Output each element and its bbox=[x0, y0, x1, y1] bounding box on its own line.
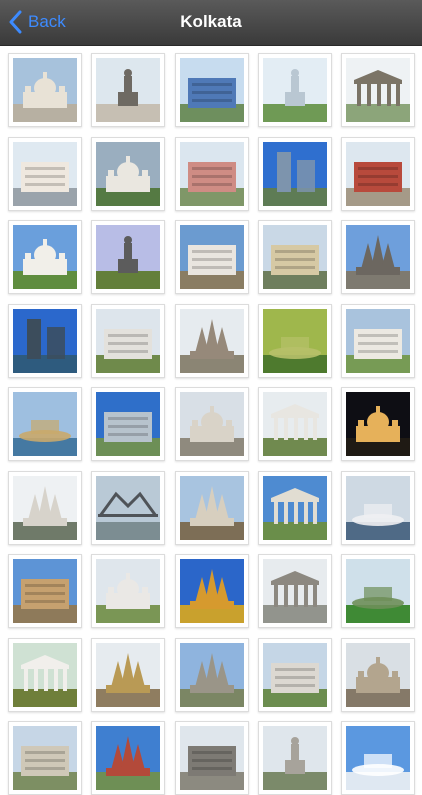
photo-image bbox=[346, 141, 410, 206]
photo-image bbox=[346, 58, 410, 122]
photo-image bbox=[346, 726, 410, 790]
photo-thumbnail[interactable] bbox=[175, 136, 249, 211]
photo-image bbox=[13, 141, 77, 206]
photo-thumbnail[interactable] bbox=[341, 136, 415, 211]
photo-image bbox=[263, 392, 327, 456]
photo-image bbox=[13, 559, 77, 623]
photo-image bbox=[180, 475, 244, 540]
photo-thumbnail[interactable] bbox=[91, 721, 165, 795]
photo-thumbnail[interactable] bbox=[91, 303, 165, 378]
photo-thumbnail[interactable] bbox=[258, 53, 332, 127]
photo-image bbox=[263, 141, 327, 206]
photo-thumbnail[interactable] bbox=[341, 554, 415, 628]
photo-image bbox=[346, 559, 410, 623]
page-title: Kolkata bbox=[180, 12, 242, 31]
photo-image bbox=[13, 475, 77, 540]
photo-image bbox=[13, 392, 77, 456]
photo-thumbnail[interactable] bbox=[341, 53, 415, 127]
photo-thumbnail[interactable] bbox=[8, 637, 82, 712]
photo-image bbox=[180, 726, 244, 790]
photo-image bbox=[263, 58, 327, 122]
photo-image bbox=[96, 308, 160, 373]
photo-image bbox=[180, 58, 244, 122]
photo-image bbox=[96, 58, 160, 122]
photo-image bbox=[263, 642, 327, 707]
photo-thumbnail[interactable] bbox=[8, 220, 82, 294]
photo-image bbox=[180, 392, 244, 456]
photo-thumbnail[interactable] bbox=[8, 387, 82, 461]
photo-thumbnail[interactable] bbox=[91, 220, 165, 294]
photo-image bbox=[180, 308, 244, 373]
photo-thumbnail[interactable] bbox=[8, 554, 82, 628]
photo-thumbnail[interactable] bbox=[175, 721, 249, 795]
photo-thumbnail[interactable] bbox=[8, 136, 82, 211]
photo-image bbox=[263, 475, 327, 540]
photo-image bbox=[13, 308, 77, 373]
photo-thumbnail[interactable] bbox=[91, 136, 165, 211]
photo-image bbox=[96, 642, 160, 707]
photo-thumbnail[interactable] bbox=[341, 637, 415, 712]
photo-image bbox=[263, 559, 327, 623]
photo-thumbnail[interactable] bbox=[341, 220, 415, 294]
photo-image bbox=[346, 225, 410, 289]
photo-thumbnail[interactable] bbox=[91, 637, 165, 712]
photo-thumbnail[interactable] bbox=[341, 470, 415, 545]
photo-thumbnail[interactable] bbox=[175, 220, 249, 294]
photo-thumbnail[interactable] bbox=[175, 637, 249, 712]
photo-image bbox=[263, 308, 327, 373]
photo-thumbnail[interactable] bbox=[258, 220, 332, 294]
photo-thumbnail[interactable] bbox=[175, 303, 249, 378]
photo-thumbnail[interactable] bbox=[8, 303, 82, 378]
photo-thumbnail[interactable] bbox=[8, 721, 82, 795]
photo-thumbnail[interactable] bbox=[258, 387, 332, 461]
photo-image bbox=[13, 58, 77, 122]
photo-image bbox=[96, 141, 160, 206]
photo-thumbnail[interactable] bbox=[258, 721, 332, 795]
photo-image bbox=[13, 225, 77, 289]
navigation-bar: Back Kolkata bbox=[0, 0, 422, 46]
photo-image bbox=[180, 141, 244, 206]
photo-thumbnail[interactable] bbox=[258, 554, 332, 628]
photo-image bbox=[180, 559, 244, 623]
photo-image bbox=[346, 392, 410, 456]
photo-thumbnail[interactable] bbox=[175, 470, 249, 545]
photo-image bbox=[13, 642, 77, 707]
photo-image bbox=[346, 642, 410, 707]
photo-thumbnail[interactable] bbox=[8, 53, 82, 127]
photo-thumbnail[interactable] bbox=[91, 387, 165, 461]
photo-image bbox=[263, 726, 327, 790]
photo-thumbnail[interactable] bbox=[175, 554, 249, 628]
photo-thumbnail[interactable] bbox=[341, 721, 415, 795]
photo-thumbnail[interactable] bbox=[258, 303, 332, 378]
photo-thumbnail[interactable] bbox=[258, 136, 332, 211]
photo-thumbnail[interactable] bbox=[91, 554, 165, 628]
photo-image bbox=[346, 475, 410, 540]
photo-image bbox=[13, 726, 77, 790]
photo-image bbox=[346, 308, 410, 373]
photo-image bbox=[180, 642, 244, 707]
photo-thumbnail[interactable] bbox=[8, 470, 82, 545]
photo-thumbnail[interactable] bbox=[341, 387, 415, 461]
photo-image bbox=[96, 392, 160, 456]
photo-image bbox=[96, 726, 160, 790]
photo-thumbnail[interactable] bbox=[91, 470, 165, 545]
photo-image bbox=[96, 475, 160, 540]
photo-thumbnail[interactable] bbox=[258, 637, 332, 712]
photo-thumbnail[interactable] bbox=[341, 303, 415, 378]
photo-image bbox=[96, 559, 160, 623]
photo-image bbox=[263, 225, 327, 289]
photo-image bbox=[96, 225, 160, 289]
photo-thumbnail[interactable] bbox=[175, 387, 249, 461]
photo-thumbnail[interactable] bbox=[175, 53, 249, 127]
photo-image bbox=[180, 225, 244, 289]
photo-thumbnail[interactable] bbox=[258, 470, 332, 545]
photo-thumbnail[interactable] bbox=[91, 53, 165, 127]
